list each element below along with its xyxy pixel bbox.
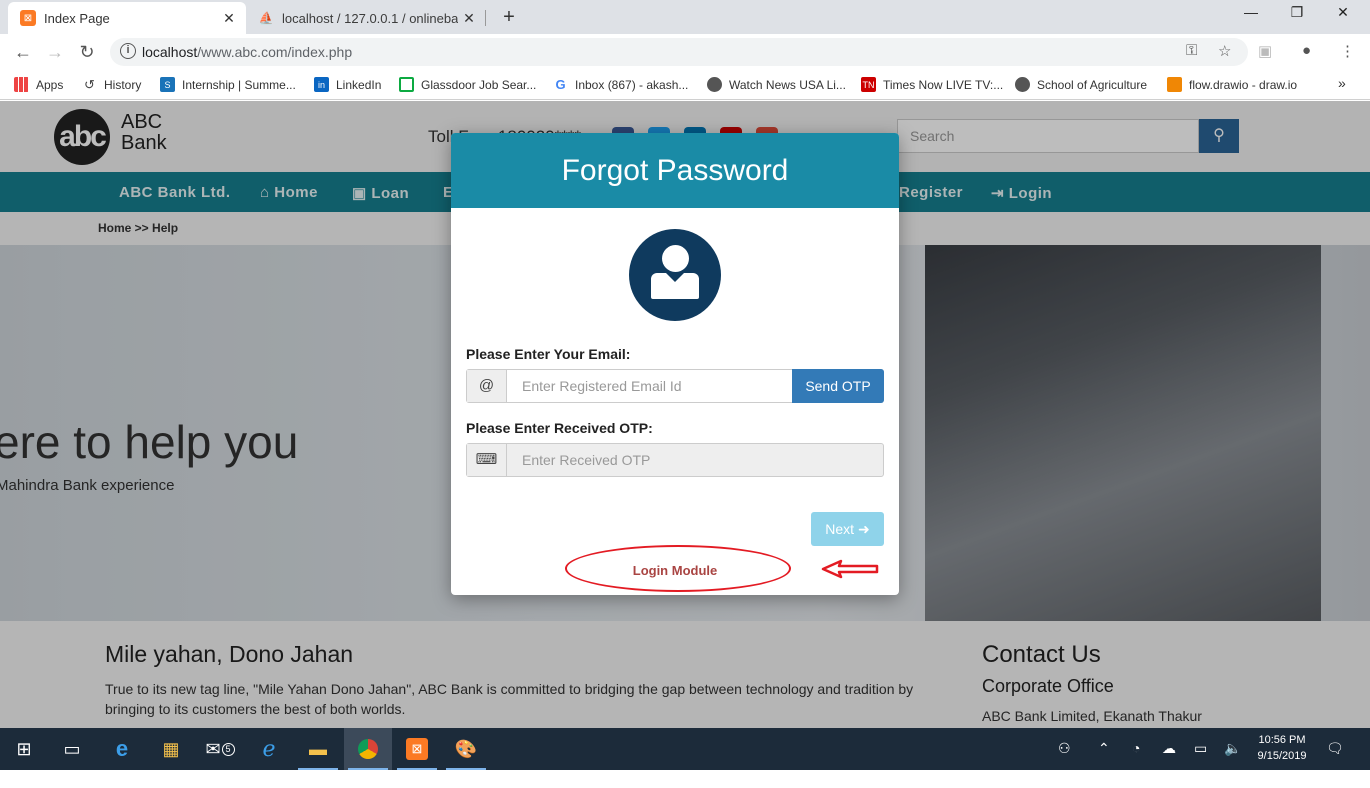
forward-button[interactable]: → bbox=[44, 42, 66, 63]
email-input-group: @ Enter Registered Email Id Send OTP bbox=[466, 369, 884, 403]
tab-strip: ⊠ Index Page ✕ ⛵ localhost / 127.0.0.1 /… bbox=[0, 0, 1370, 34]
screen-bottom-strip bbox=[0, 770, 1370, 788]
minimize-button[interactable]: — bbox=[1228, 4, 1274, 20]
system-clock[interactable]: 10:56 PM 9/15/2019 bbox=[1244, 732, 1320, 764]
bookmark-internship[interactable]: S Internship | Summe... bbox=[160, 77, 296, 92]
email-label: Please Enter Your Email: bbox=[466, 346, 631, 362]
history-icon: ↺ bbox=[84, 76, 95, 92]
chrome-icon bbox=[358, 739, 378, 759]
key-icon[interactable]: ⚿ bbox=[1186, 42, 1197, 59]
edge-app[interactable]: e bbox=[98, 728, 146, 770]
mail-badge: 5 bbox=[221, 742, 235, 756]
paint-icon: 🎨 bbox=[454, 738, 478, 759]
windows-logo-icon: ⊞ bbox=[16, 738, 32, 759]
bookmark-inbox[interactable]: G Inbox (867) - akash... bbox=[553, 77, 688, 92]
apps-grid-icon bbox=[14, 77, 29, 92]
url-text: localhost/www.abc.com/index.php bbox=[142, 44, 353, 60]
xampp-icon: ⊠ bbox=[406, 738, 428, 760]
google-icon: G bbox=[555, 77, 566, 92]
restore-button[interactable]: ❐ bbox=[1274, 4, 1320, 21]
paint-app[interactable]: 🎨 bbox=[442, 728, 490, 770]
store-app[interactable]: ▦ bbox=[147, 728, 195, 770]
folder-icon: ▬ bbox=[309, 738, 327, 759]
otp-input-group: ⌨ Enter Received OTP bbox=[466, 443, 884, 477]
more-bookmarks-button[interactable]: » bbox=[1338, 75, 1346, 91]
info-icon[interactable]: i bbox=[120, 43, 136, 59]
store-icon: ▦ bbox=[162, 738, 180, 759]
keyboard-icon: ⌨ bbox=[467, 444, 507, 476]
otp-label: Please Enter Received OTP: bbox=[466, 420, 653, 436]
close-tab-icon[interactable]: ✕ bbox=[218, 10, 240, 27]
otp-field[interactable]: Enter Received OTP bbox=[522, 452, 650, 468]
task-view-button[interactable]: ▭ bbox=[48, 728, 96, 770]
windows-taskbar: ⊞ ▭ e ▦ ✉ 5 ℯ ▬ ⊠ 🎨 ⚇ ⌃ ◔ ☁ ▭ 🔈 10:56 PM … bbox=[0, 728, 1370, 770]
mail-icon: ✉ bbox=[205, 738, 221, 759]
clock-date: 9/15/2019 bbox=[1257, 750, 1307, 762]
modal-title: Forgot Password bbox=[451, 133, 899, 208]
phpmyadmin-icon: ⛵ bbox=[258, 11, 274, 25]
bookmark-watch-news[interactable]: Watch News USA Li... bbox=[707, 77, 846, 92]
tab-phpmyadmin[interactable]: ⛵ localhost / 127.0.0.1 / onlinebank ✕ bbox=[248, 2, 486, 34]
linkedin-icon: in bbox=[314, 77, 329, 92]
email-field[interactable]: Enter Registered Email Id bbox=[522, 378, 682, 394]
bookmarks-bar: Apps ↺ History S Internship | Summe... in L… bbox=[0, 70, 1370, 100]
toolbar: ← → ↻ i localhost/www.abc.com/index.php … bbox=[0, 34, 1370, 70]
next-button[interactable]: Next ➜ bbox=[811, 512, 884, 546]
tab-index-page[interactable]: ⊠ Index Page ✕ bbox=[8, 2, 246, 34]
bookmark-apps[interactable]: Apps bbox=[14, 77, 63, 92]
user-avatar-icon bbox=[629, 229, 721, 321]
forgot-password-modal: Forgot Password Please Enter Your Email:… bbox=[451, 133, 899, 595]
bookmark-times-now[interactable]: TN Times Now LIVE TV:... bbox=[861, 77, 1003, 92]
star-icon[interactable]: ☆ bbox=[1218, 42, 1231, 60]
volume-icon[interactable]: 🔈 bbox=[1224, 740, 1241, 757]
edge-icon: e bbox=[115, 736, 129, 761]
globe-icon bbox=[1015, 77, 1030, 92]
people-icon[interactable]: ⚇ bbox=[1058, 740, 1071, 757]
drawio-icon bbox=[1167, 77, 1182, 92]
globe-icon bbox=[707, 77, 722, 92]
clock-time: 10:56 PM bbox=[1258, 734, 1306, 746]
tab-title: Index Page bbox=[44, 10, 110, 26]
ie-app[interactable]: ℯ bbox=[245, 728, 293, 770]
bookmark-school-agriculture[interactable]: School of Agriculture bbox=[1015, 77, 1147, 92]
menu-icon[interactable]: ⋮ bbox=[1340, 42, 1355, 60]
arrow-right-circle-icon: ➜ bbox=[857, 521, 870, 537]
annotation-arrow-icon bbox=[821, 559, 879, 579]
tab-title: localhost / 127.0.0.1 / onlinebank bbox=[282, 10, 458, 26]
profile-avatar-icon[interactable]: ● bbox=[1302, 42, 1311, 59]
close-window-button[interactable]: ✕ bbox=[1320, 4, 1366, 21]
new-tab-button[interactable]: + bbox=[498, 6, 520, 29]
back-button[interactable]: ← bbox=[12, 42, 34, 63]
wifi-icon[interactable]: ◔ bbox=[1132, 740, 1140, 756]
bookmark-linkedin[interactable]: in LinkedIn bbox=[314, 77, 381, 92]
address-bar[interactable]: i localhost/www.abc.com/index.php ⚿ ☆ bbox=[110, 38, 1248, 66]
bookmark-glassdoor[interactable]: Glassdoor Job Sear... bbox=[399, 77, 536, 92]
battery-icon[interactable]: ▭ bbox=[1194, 740, 1207, 757]
chevron-up-icon[interactable]: ⌃ bbox=[1098, 740, 1110, 757]
chrome-app[interactable] bbox=[344, 728, 392, 770]
onedrive-icon[interactable]: ☁ bbox=[1162, 740, 1176, 757]
file-explorer-app[interactable]: ▬ bbox=[294, 728, 342, 770]
internshala-icon: S bbox=[160, 77, 175, 92]
glassdoor-icon bbox=[399, 77, 414, 92]
mail-app[interactable]: ✉ 5 bbox=[196, 728, 244, 770]
bookmark-history[interactable]: ↺ History bbox=[82, 77, 141, 92]
notification-icon[interactable]: 🗨 bbox=[1326, 740, 1344, 757]
xampp-app[interactable]: ⊠ bbox=[393, 728, 441, 770]
timesnow-icon: TN bbox=[861, 77, 876, 92]
extension-icon[interactable]: ▣ bbox=[1258, 42, 1272, 60]
internet-explorer-icon: ℯ bbox=[262, 736, 276, 761]
xampp-icon: ⊠ bbox=[20, 10, 36, 26]
at-sign-icon: @ bbox=[467, 370, 507, 402]
send-otp-button[interactable]: Send OTP bbox=[792, 369, 884, 403]
bookmark-drawio[interactable]: flow.drawio - draw.io bbox=[1167, 77, 1297, 92]
task-view-icon: ▭ bbox=[63, 738, 81, 759]
annotation-ellipse bbox=[565, 545, 791, 592]
start-button[interactable]: ⊞ bbox=[0, 728, 48, 770]
reload-button[interactable]: ↻ bbox=[76, 42, 98, 63]
close-tab-icon[interactable]: ✕ bbox=[458, 10, 480, 27]
